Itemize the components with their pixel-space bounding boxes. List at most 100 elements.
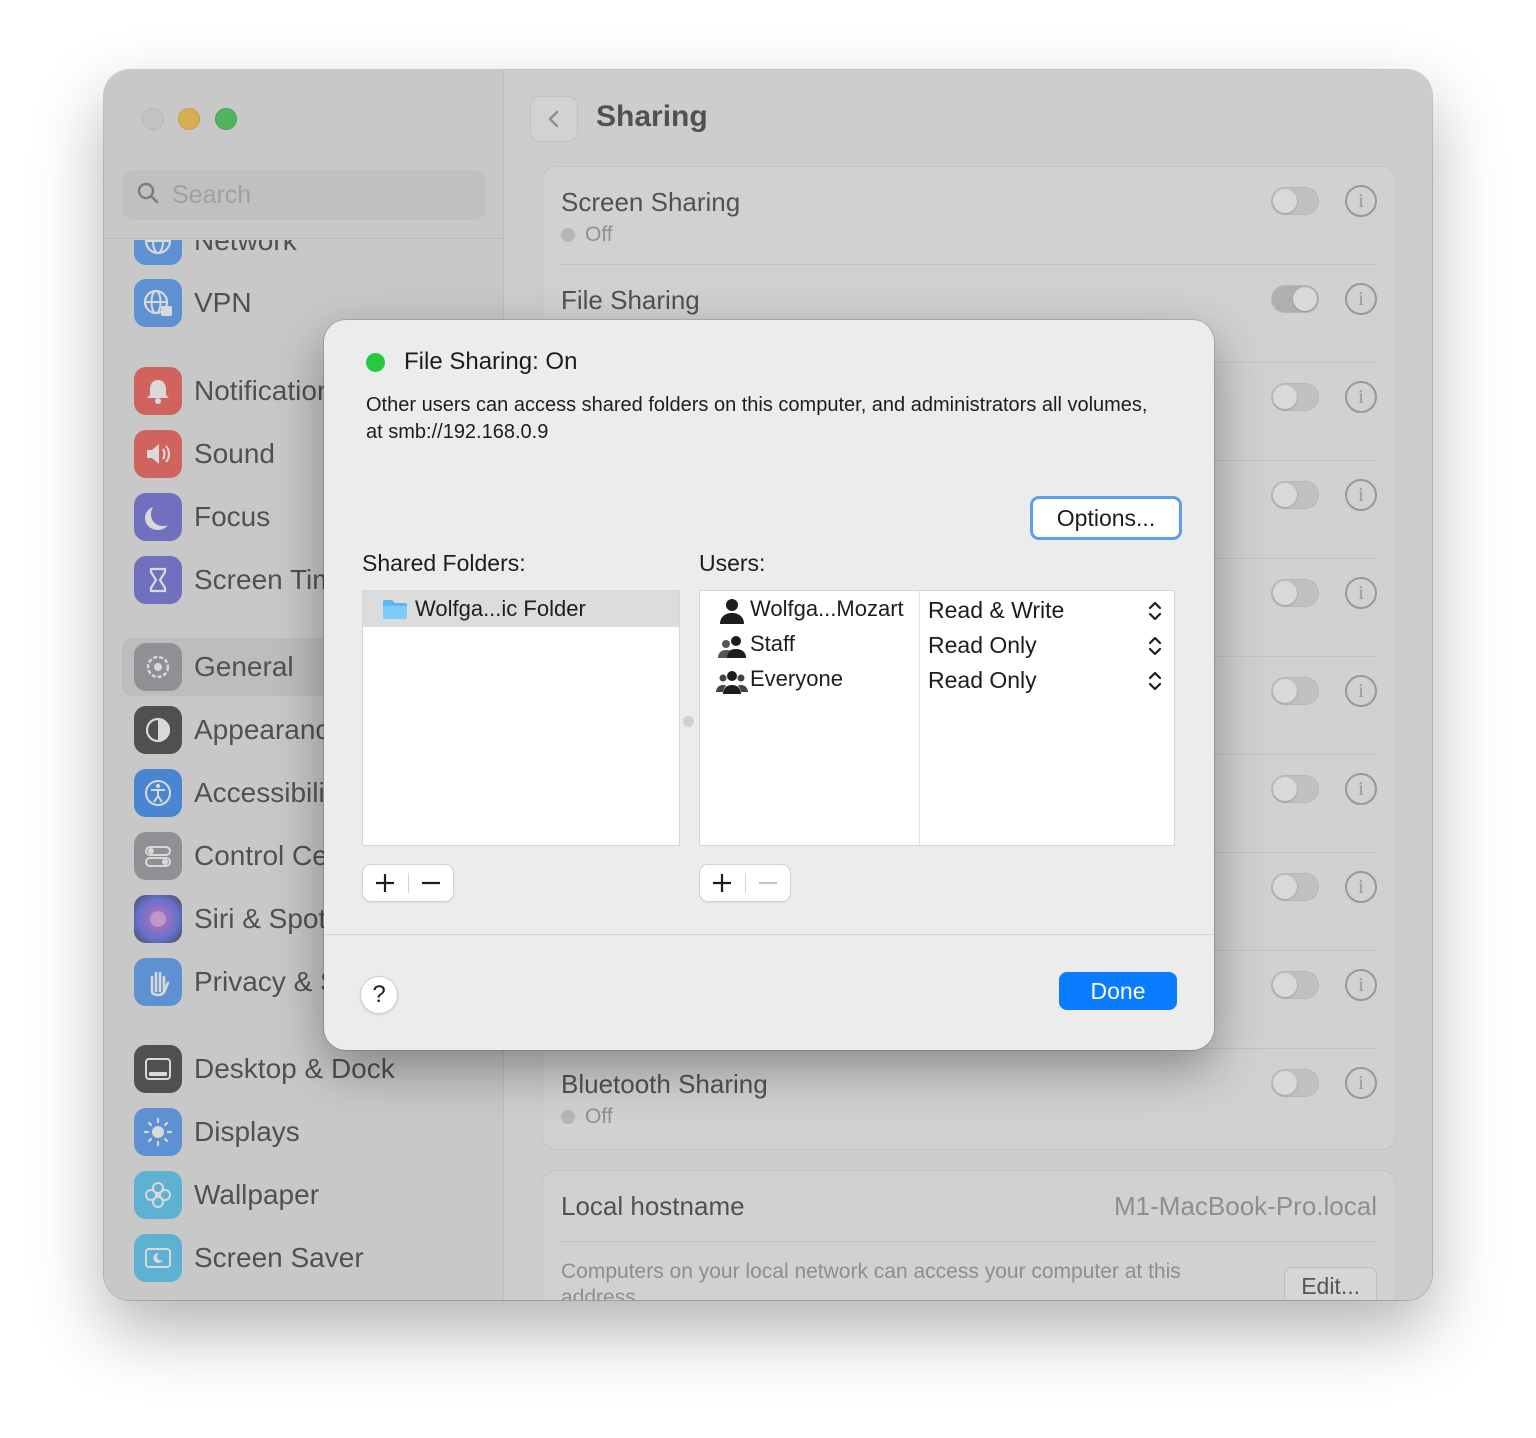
- list-item-folder[interactable]: Wolfga...ic Folder: [363, 591, 679, 627]
- service-toggle[interactable]: [1271, 677, 1319, 705]
- hostname-label: Local hostname: [561, 1191, 745, 1221]
- info-icon[interactable]: i: [1345, 969, 1377, 1001]
- sidebar-item-label: Focus: [194, 501, 271, 532]
- single-user-icon: [720, 599, 744, 624]
- info-icon[interactable]: i: [1345, 381, 1377, 413]
- hostname-description: Computers on your local network can acce…: [561, 1260, 1181, 1300]
- user-add-remove-group: [699, 864, 791, 902]
- service-toggle[interactable]: [1271, 971, 1319, 999]
- service-toggle[interactable]: [1271, 383, 1319, 411]
- service-name: Bluetooth Sharing: [561, 1069, 768, 1099]
- info-icon[interactable]: i: [1345, 479, 1377, 511]
- done-button[interactable]: Done: [1059, 972, 1177, 1010]
- service-row-screen-sharing: Screen Sharing Off i: [561, 167, 1377, 265]
- sidebar-item-wallpaper[interactable]: Wallpaper: [122, 1166, 486, 1224]
- screen-saver-icon: [134, 1234, 182, 1282]
- service-status: Off: [561, 223, 613, 247]
- help-button[interactable]: ?: [360, 976, 398, 1014]
- search-input[interactable]: [172, 180, 472, 210]
- user-name: Staff: [750, 631, 795, 656]
- remove-folder-button[interactable]: [408, 865, 453, 901]
- minus-icon: [758, 881, 777, 885]
- hostname-value: M1-MacBook-Pro.local: [1114, 1191, 1377, 1221]
- hourglass-icon: [134, 556, 182, 604]
- options-button[interactable]: Options...: [1030, 496, 1182, 540]
- status-on-indicator: [366, 353, 385, 372]
- list-item-user[interactable]: Staff Read Only: [700, 628, 1174, 664]
- service-toggle[interactable]: [1271, 775, 1319, 803]
- file-sharing-toggle[interactable]: [1271, 285, 1319, 313]
- dock-icon: [134, 1045, 182, 1093]
- split-handle[interactable]: [683, 716, 694, 727]
- info-icon[interactable]: i: [1345, 185, 1377, 217]
- list-item-user[interactable]: Everyone Read Only: [700, 663, 1174, 699]
- sidebar-item-screen-saver[interactable]: Screen Saver: [122, 1229, 486, 1287]
- minimize-window-button[interactable]: [178, 108, 200, 130]
- search-icon: [136, 181, 160, 210]
- folder-add-remove-group: [362, 864, 454, 902]
- sidebar-item-label: Displays: [194, 1116, 300, 1147]
- permission-select[interactable]: Read Only: [928, 632, 1037, 659]
- hand-icon: [134, 958, 182, 1006]
- list-item-user[interactable]: Wolfga...Mozart Read & Write: [700, 593, 1174, 629]
- sidebar-item-label: VPN: [194, 287, 252, 318]
- maximize-window-button[interactable]: [215, 108, 237, 130]
- dialog-description: Other users can access shared folders on…: [366, 394, 1148, 443]
- sidebar-item-label: Screen Saver: [194, 1242, 364, 1273]
- edit-hostname-button[interactable]: Edit...: [1284, 1267, 1377, 1300]
- folder-icon: [383, 600, 407, 619]
- bluetooth-sharing-toggle[interactable]: [1271, 1069, 1319, 1097]
- gear-icon: [134, 643, 182, 691]
- permission-select[interactable]: Read Only: [928, 667, 1037, 694]
- info-icon[interactable]: i: [1345, 773, 1377, 805]
- vpn-globe-icon: [134, 279, 182, 327]
- info-icon[interactable]: i: [1345, 1067, 1377, 1099]
- chevron-up-down-icon[interactable]: [1146, 633, 1164, 659]
- file-sharing-dialog: File Sharing: On Other users can access …: [324, 320, 1214, 1050]
- users-list: Wolfga...Mozart Read & Write Staff Read …: [699, 590, 1175, 846]
- add-folder-button[interactable]: [363, 865, 408, 901]
- back-button[interactable]: [530, 96, 578, 142]
- sidebar-item-network[interactable]: Network: [122, 240, 486, 270]
- plus-icon: [713, 874, 732, 892]
- service-name: File Sharing: [561, 285, 700, 315]
- sidebar-item-label: Appearance: [194, 714, 346, 745]
- everyone-icon: [716, 671, 748, 694]
- service-toggle[interactable]: [1271, 873, 1319, 901]
- close-window-button[interactable]: [142, 108, 164, 130]
- service-toggle[interactable]: [1271, 481, 1319, 509]
- permission-select[interactable]: Read & Write: [928, 597, 1064, 624]
- chevron-left-icon: [548, 110, 559, 128]
- service-toggle[interactable]: [1271, 579, 1319, 607]
- shared-folders-list: Wolfga...ic Folder: [362, 590, 680, 846]
- siri-icon: [134, 895, 182, 943]
- users-label: Users:: [699, 550, 766, 576]
- sidebar-item-displays[interactable]: Displays: [122, 1103, 486, 1161]
- toggles-icon: [134, 832, 182, 880]
- chevron-up-down-icon[interactable]: [1146, 668, 1164, 694]
- sidebar-item-label: Desktop & Dock: [194, 1053, 395, 1084]
- page-title: Sharing: [596, 100, 708, 133]
- status-dot: [561, 228, 575, 242]
- status-text: Off: [585, 1105, 613, 1128]
- status-text: Off: [585, 223, 613, 246]
- user-name: Wolfga...Mozart: [750, 596, 904, 621]
- info-icon[interactable]: i: [1345, 675, 1377, 707]
- accessibility-icon: [134, 769, 182, 817]
- screen-sharing-toggle[interactable]: [1271, 187, 1319, 215]
- search-divider: [104, 238, 504, 239]
- chevron-up-down-icon[interactable]: [1146, 598, 1164, 624]
- hostname-divider: [561, 1241, 1377, 1242]
- info-icon[interactable]: i: [1345, 871, 1377, 903]
- search-field[interactable]: [122, 170, 486, 220]
- remove-user-button[interactable]: [745, 865, 790, 901]
- minus-icon: [421, 881, 440, 885]
- shared-folders-label: Shared Folders:: [362, 550, 526, 576]
- add-user-button[interactable]: [700, 865, 745, 901]
- info-icon[interactable]: i: [1345, 283, 1377, 315]
- info-icon[interactable]: i: [1345, 577, 1377, 609]
- appearance-icon: [134, 706, 182, 754]
- sun-icon: [134, 1108, 182, 1156]
- footer-divider: [324, 934, 1214, 935]
- hostname-panel: Local hostname M1-MacBook-Pro.local Comp…: [542, 1170, 1396, 1300]
